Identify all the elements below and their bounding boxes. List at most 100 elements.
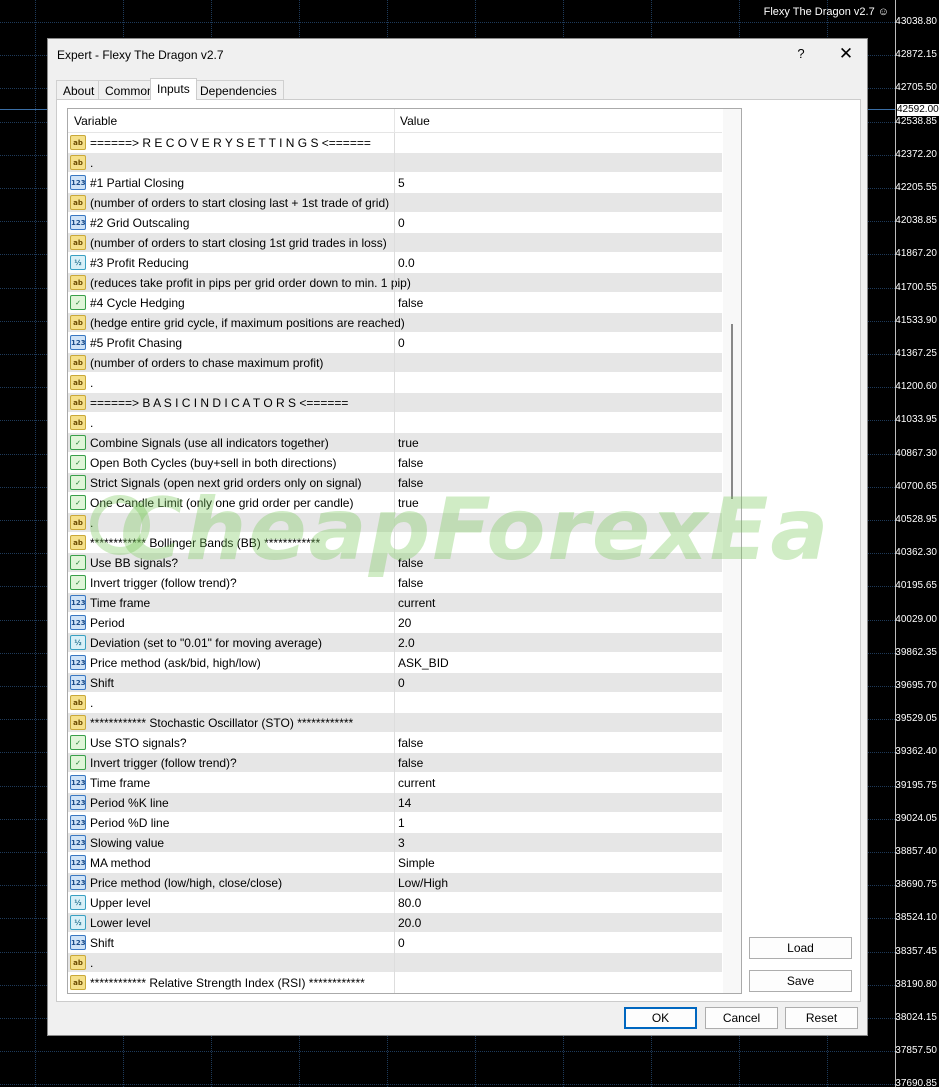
- input-value[interactable]: 80.0: [398, 896, 421, 910]
- input-row[interactable]: ✓ Combine Signals (use all indicators tog…: [68, 433, 722, 453]
- ok-button[interactable]: OK: [624, 1007, 697, 1029]
- price-tick-label: 39529.05: [895, 713, 937, 725]
- list-header: Variable Value: [68, 109, 722, 133]
- input-row[interactable]: 123 Period %D line 1: [68, 813, 722, 833]
- input-row[interactable]: ab (number of orders to start closing 1st…: [68, 233, 722, 253]
- input-value[interactable]: false: [398, 756, 423, 770]
- column-variable[interactable]: Variable: [74, 114, 117, 128]
- input-row[interactable]: ✓ One Candle Limit (only one grid order p…: [68, 493, 722, 513]
- price-tick-label: 40195.65: [895, 580, 937, 592]
- scrollbar[interactable]: [723, 109, 741, 993]
- integer-type-icon: 123: [70, 655, 86, 670]
- save-button[interactable]: Save: [749, 970, 852, 992]
- input-row[interactable]: ½ #3 Profit Reducing 0.0: [68, 253, 722, 273]
- expert-properties-dialog: Expert - Flexy The Dragon v2.7 ? ✕ About…: [47, 38, 868, 1036]
- input-value[interactable]: 0.0: [398, 256, 415, 270]
- input-row[interactable]: 123 Time frame current: [68, 593, 722, 613]
- input-value[interactable]: false: [398, 476, 423, 490]
- input-row[interactable]: ab (number of orders to chase maximum pro…: [68, 353, 722, 373]
- scroll-thumb[interactable]: [731, 324, 733, 499]
- input-row[interactable]: 123 #5 Profit Chasing 0: [68, 333, 722, 353]
- input-value[interactable]: false: [398, 456, 423, 470]
- input-variable-name: #1 Partial Closing: [90, 176, 185, 190]
- input-value[interactable]: 0: [398, 216, 405, 230]
- price-tick-label: 39195.75: [895, 779, 937, 791]
- input-value[interactable]: 0: [398, 936, 405, 950]
- input-row[interactable]: ✓ Invert trigger (follow trend)? false: [68, 573, 722, 593]
- price-tick-label: 42538.85: [895, 115, 937, 127]
- input-row[interactable]: ✓ #4 Cycle Hedging false: [68, 293, 722, 313]
- input-variable-name: ======> B A S I C I N D I C A T O R S <=…: [90, 396, 349, 410]
- input-row[interactable]: ab ************ Stochastic Oscillator (ST…: [68, 713, 722, 733]
- input-row[interactable]: 123 #1 Partial Closing 5: [68, 173, 722, 193]
- input-row[interactable]: ab.: [68, 373, 722, 393]
- input-value[interactable]: Low/High: [398, 876, 448, 890]
- close-icon[interactable]: ✕: [837, 44, 855, 64]
- tab-dependencies[interactable]: Dependencies: [193, 80, 284, 100]
- input-row[interactable]: ½ Lower level 20.0: [68, 913, 722, 933]
- input-value[interactable]: 5: [398, 176, 405, 190]
- input-row[interactable]: ½ Deviation (set to "0.01" for moving ave…: [68, 633, 722, 653]
- input-row[interactable]: ab (reduces take profit in pips per grid …: [68, 273, 722, 293]
- input-row[interactable]: 123 Time frame current: [68, 773, 722, 793]
- input-value[interactable]: 20.0: [398, 916, 421, 930]
- input-row[interactable]: 123 MA method Simple: [68, 853, 722, 873]
- input-row[interactable]: ✓ Use BB signals? false: [68, 553, 722, 573]
- reset-button[interactable]: Reset: [785, 1007, 858, 1029]
- input-value[interactable]: false: [398, 576, 423, 590]
- input-value[interactable]: false: [398, 296, 423, 310]
- input-value[interactable]: false: [398, 556, 423, 570]
- input-value[interactable]: 0: [398, 676, 405, 690]
- input-value[interactable]: 2.0: [398, 636, 415, 650]
- input-value[interactable]: true: [398, 496, 419, 510]
- input-value[interactable]: ASK_BID: [398, 656, 449, 670]
- input-row[interactable]: ✓ Use STO signals? false: [68, 733, 722, 753]
- input-row[interactable]: 123 Shift 0: [68, 673, 722, 693]
- input-value[interactable]: 14: [398, 796, 411, 810]
- input-row[interactable]: ab (number of orders to start closing las…: [68, 193, 722, 213]
- input-row[interactable]: 123 Price method (ask/bid, high/low) ASK_B…: [68, 653, 722, 673]
- input-row[interactable]: ab.: [68, 513, 722, 533]
- integer-type-icon: 123: [70, 615, 86, 630]
- input-row[interactable]: 123 #2 Grid Outscaling 0: [68, 213, 722, 233]
- input-value[interactable]: false: [398, 736, 423, 750]
- load-button[interactable]: Load: [749, 937, 852, 959]
- input-row[interactable]: ab (hedge entire grid cycle, if maximum p…: [68, 313, 722, 333]
- tab-inputs[interactable]: Inputs: [150, 78, 197, 100]
- input-value[interactable]: 1: [398, 816, 405, 830]
- string-type-icon: ab: [70, 315, 86, 330]
- input-row[interactable]: 123 Period %K line 14: [68, 793, 722, 813]
- input-variable-name: (reduces take profit in pips per grid or…: [90, 276, 411, 290]
- tab-about[interactable]: About: [56, 80, 102, 100]
- input-row[interactable]: ab ======> B A S I C I N D I C A T O R S …: [68, 393, 722, 413]
- column-value[interactable]: Value: [400, 114, 430, 128]
- integer-type-icon: 123: [70, 595, 86, 610]
- input-row[interactable]: 123 Price method (low/high, close/close) L…: [68, 873, 722, 893]
- input-value[interactable]: true: [398, 436, 419, 450]
- integer-type-icon: 123: [70, 675, 86, 690]
- input-value[interactable]: 3: [398, 836, 405, 850]
- price-tick-label: 43038.80: [895, 16, 937, 27]
- input-row[interactable]: ab ======> R E C O V E R Y S E T T I N G …: [68, 133, 722, 153]
- input-row[interactable]: ab.: [68, 413, 722, 433]
- cancel-button[interactable]: Cancel: [705, 1007, 778, 1029]
- input-value[interactable]: Simple: [398, 856, 435, 870]
- price-tick-label: 37857.50: [895, 1045, 937, 1057]
- input-row[interactable]: ✓ Strict Signals (open next grid orders o…: [68, 473, 722, 493]
- input-row[interactable]: ab ************ Relative Strength Index (…: [68, 973, 722, 993]
- input-row[interactable]: ½ Upper level 80.0: [68, 893, 722, 913]
- help-button[interactable]: ?: [794, 46, 808, 61]
- input-row[interactable]: 123 Period 20: [68, 613, 722, 633]
- input-row[interactable]: ab.: [68, 153, 722, 173]
- input-value[interactable]: 20: [398, 616, 411, 630]
- input-value[interactable]: current: [398, 776, 435, 790]
- input-row[interactable]: ab ************ Bollinger Bands (BB) ****…: [68, 533, 722, 553]
- input-row[interactable]: ✓ Open Both Cycles (buy+sell in both dire…: [68, 453, 722, 473]
- input-value[interactable]: current: [398, 596, 435, 610]
- input-row[interactable]: ✓ Invert trigger (follow trend)? false: [68, 753, 722, 773]
- input-row[interactable]: 123 Shift 0: [68, 933, 722, 953]
- input-value[interactable]: 0: [398, 336, 405, 350]
- input-row[interactable]: ab.: [68, 953, 722, 973]
- input-row[interactable]: 123 Slowing value 3: [68, 833, 722, 853]
- input-row[interactable]: ab.: [68, 693, 722, 713]
